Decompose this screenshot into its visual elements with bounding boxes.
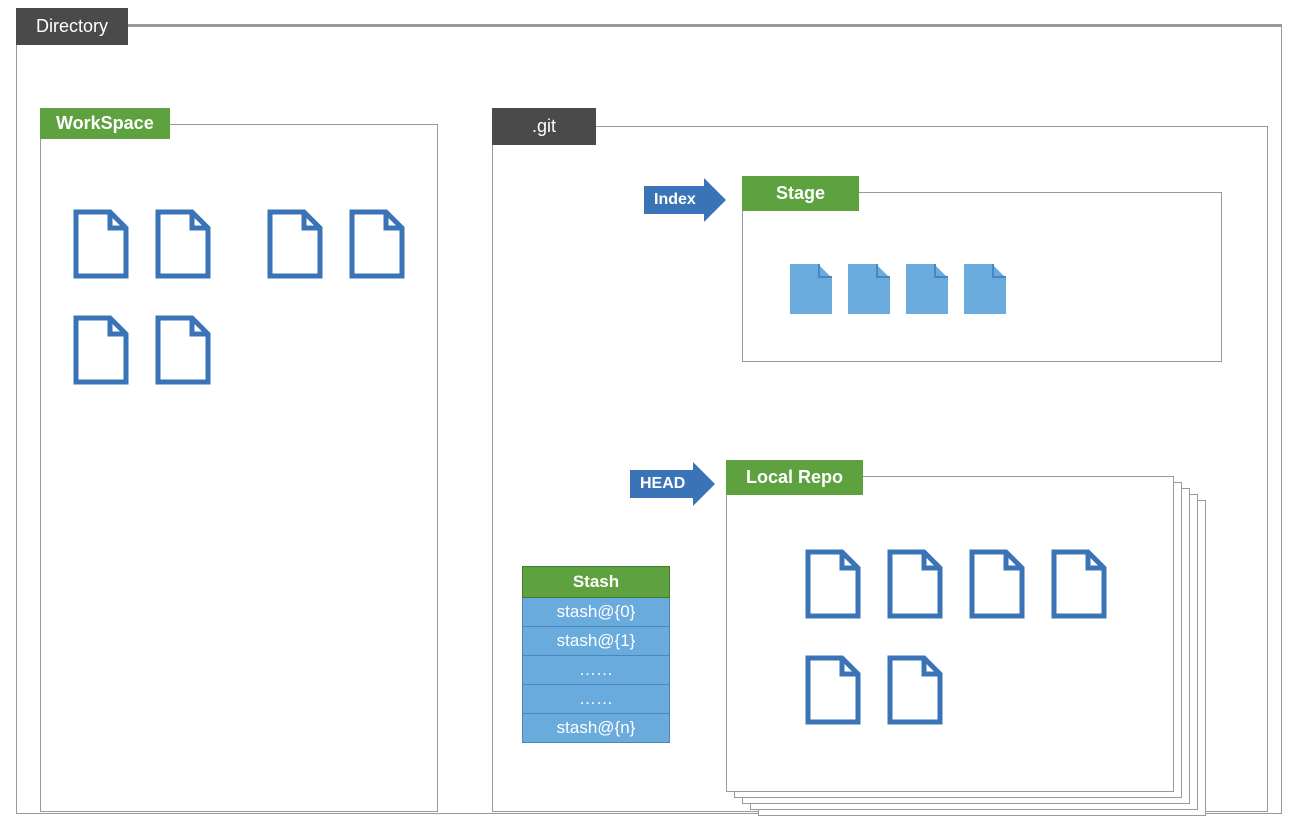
- stash-row: stash@{1}: [523, 627, 670, 656]
- file-icon: [154, 314, 212, 386]
- file-icon: [72, 208, 130, 280]
- file-icon: [804, 548, 862, 620]
- stash-row: stash@{n}: [523, 714, 670, 743]
- head-arrow-label: HEAD: [630, 470, 693, 498]
- stash-panel: Stash stash@{0} stash@{1} …… …… stash@{n…: [522, 566, 670, 743]
- directory-tab: Directory: [16, 8, 128, 45]
- file-filled-icon: [964, 264, 1006, 314]
- file-icon: [154, 208, 212, 280]
- stage-files: [790, 264, 1006, 314]
- index-arrow: Index: [644, 178, 726, 222]
- workspace-files: [72, 208, 432, 404]
- workspace-label: WorkSpace: [56, 113, 154, 133]
- localrepo-label: Local Repo: [746, 467, 843, 487]
- index-arrow-label: Index: [644, 186, 704, 214]
- file-icon: [886, 548, 944, 620]
- git-tab: .git: [492, 108, 596, 145]
- file-icon: [72, 314, 130, 386]
- workspace-tab: WorkSpace: [40, 108, 170, 139]
- directory-label: Directory: [36, 16, 108, 36]
- head-arrow: HEAD: [630, 462, 715, 506]
- git-diagram-canvas: Directory WorkSpace: [0, 0, 1296, 818]
- file-filled-icon: [848, 264, 890, 314]
- stash-row: ……: [523, 656, 670, 685]
- git-label: .git: [532, 116, 556, 136]
- file-icon: [886, 654, 944, 726]
- arrow-right-icon: [704, 178, 726, 222]
- file-filled-icon: [790, 264, 832, 314]
- file-icon: [1050, 548, 1108, 620]
- stage-tab: Stage: [742, 176, 859, 211]
- file-filled-icon: [906, 264, 948, 314]
- file-icon: [968, 548, 1026, 620]
- localrepo-files: [804, 548, 1164, 744]
- stash-row: stash@{0}: [523, 598, 670, 627]
- arrow-right-icon: [693, 462, 715, 506]
- stage-label: Stage: [776, 183, 825, 203]
- stash-header: Stash: [523, 567, 670, 598]
- file-icon: [804, 654, 862, 726]
- stash-table: Stash stash@{0} stash@{1} …… …… stash@{n…: [522, 566, 670, 743]
- localrepo-tab: Local Repo: [726, 460, 863, 495]
- file-icon: [348, 208, 406, 280]
- stash-row: ……: [523, 685, 670, 714]
- file-icon: [266, 208, 324, 280]
